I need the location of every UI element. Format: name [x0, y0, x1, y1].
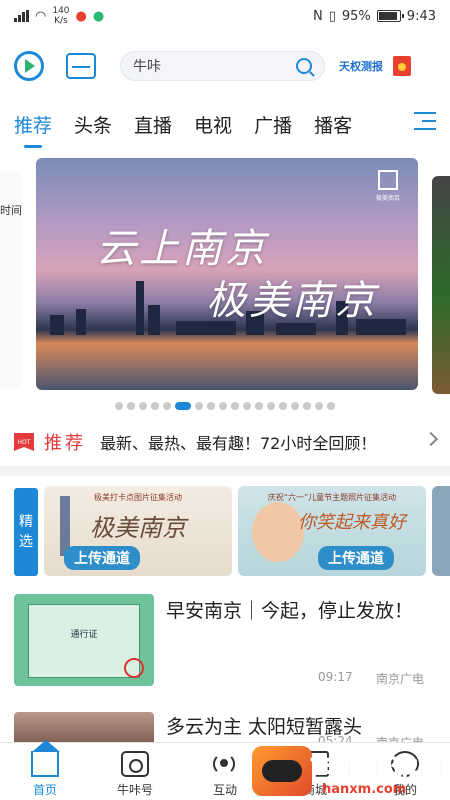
- watermark: 西美手游网 hanxm.com: [252, 746, 450, 800]
- chevron-right-icon[interactable]: [423, 431, 439, 447]
- app-notification-icon: ●: [75, 8, 87, 24]
- tab-headlines[interactable]: 头条: [74, 111, 112, 138]
- scan-icon[interactable]: [66, 53, 96, 79]
- network-speed: 140 K/s: [52, 6, 70, 26]
- hot-flag-icon: HOT: [14, 433, 34, 451]
- carousel-dot: [315, 402, 323, 410]
- carousel-dot: [243, 402, 251, 410]
- pick-card-peek[interactable]: [432, 486, 450, 576]
- home-icon: [31, 740, 60, 777]
- channel-menu-icon[interactable]: [414, 112, 436, 130]
- seal-icon: [124, 658, 144, 678]
- banner-next-peek[interactable]: [432, 176, 450, 394]
- picks-section: 精选 极美打卡点图片征集活动 极美南京 上传通道 庆祝“六一”儿童节主题照片征集…: [0, 486, 450, 578]
- carousel-dot: [207, 402, 215, 410]
- pick-card[interactable]: 庆祝“六一”儿童节主题照片征集活动 你笑起来真好 上传通道: [238, 486, 426, 576]
- search-placeholder: 牛咔: [133, 59, 161, 75]
- carousel-dot: [267, 402, 275, 410]
- carousel-dot: [303, 402, 311, 410]
- emblem-icon: [377, 170, 398, 190]
- carousel-dot: [151, 402, 159, 410]
- app-notification-icon-2: ●: [92, 8, 105, 24]
- carousel-dot: [127, 402, 135, 410]
- banner-title-line2: 极美南京: [206, 278, 378, 324]
- news-title: 早安南京｜今起，停止发放！: [166, 600, 414, 622]
- red-packet-icon[interactable]: [393, 56, 411, 76]
- nfc-icon: N: [313, 8, 323, 24]
- tab-live[interactable]: 直播: [134, 111, 172, 138]
- carousel-dot: [115, 402, 123, 410]
- app-header: 牛咔 天权测报: [0, 44, 450, 88]
- live-icon: [211, 751, 239, 777]
- recommend-label: 推荐: [44, 433, 86, 454]
- search-icon[interactable]: [296, 58, 312, 74]
- carousel-dot: [279, 402, 287, 410]
- carousel-dot: [255, 402, 263, 410]
- banner-prev-peek[interactable]: 时间: [0, 172, 22, 388]
- niuka-icon: [121, 751, 149, 777]
- carousel-dot-active: [175, 402, 191, 410]
- picks-tag: 精选: [14, 488, 38, 576]
- app-logo-icon[interactable]: [14, 51, 44, 81]
- search-input[interactable]: 牛咔: [120, 51, 325, 81]
- tab-podcast[interactable]: 播客: [314, 111, 352, 138]
- vibrate-icon: ▯: [328, 8, 336, 24]
- status-bar: ◠ 140 K/s ● ● N ▯ 95% 9:43: [0, 0, 450, 32]
- nav-niuka[interactable]: 牛咔号: [90, 743, 180, 800]
- upload-button[interactable]: 上传通道: [318, 546, 394, 570]
- pick-card[interactable]: 极美打卡点图片征集活动 极美南京 上传通道: [44, 486, 232, 576]
- channel-tabs: 推荐 头条 直播 电视 广播 播客: [0, 104, 450, 144]
- carousel-indicator: [0, 402, 450, 410]
- news-thumbnail: 通行证: [14, 594, 154, 686]
- weather-link[interactable]: 天权测报: [339, 58, 383, 74]
- carousel-dot: [195, 402, 203, 410]
- signal-icon: [14, 10, 29, 22]
- tab-tv[interactable]: 电视: [194, 111, 232, 138]
- banner-slide[interactable]: 云上南京 极美南京 极美南京: [36, 158, 418, 390]
- carousel-dot: [163, 402, 171, 410]
- news-item[interactable]: 通行证 早安南京｜今起，停止发放！ 09:17 南京广电: [0, 594, 450, 694]
- tab-recommend[interactable]: 推荐: [14, 111, 52, 138]
- news-source: 南京广电: [376, 672, 425, 686]
- nav-home[interactable]: 首页: [0, 740, 90, 800]
- recommend-text: 最新、最热、最有趣！72小时全回顾！: [100, 434, 377, 453]
- spacer: [0, 582, 450, 588]
- wifi-icon: ◠: [35, 8, 47, 24]
- recommend-strip[interactable]: HOT 推荐 最新、最热、最有趣！72小时全回顾！: [0, 428, 450, 456]
- carousel-dot: [231, 402, 239, 410]
- tab-radio[interactable]: 广播: [254, 111, 292, 138]
- carousel-dot: [219, 402, 227, 410]
- carousel-dot: [139, 402, 147, 410]
- banner-title-line1: 云上南京: [96, 226, 268, 272]
- battery-fill: [378, 12, 397, 20]
- carousel-dot: [327, 402, 335, 410]
- gamepad-logo-icon: [252, 746, 312, 796]
- banner-emblem: 极美南京: [376, 170, 400, 202]
- banner-carousel[interactable]: 时间 云上南京 极美南京 极美南京: [0, 150, 450, 410]
- news-time: 09:17: [318, 670, 353, 684]
- carousel-dot: [291, 402, 299, 410]
- child-photo: [252, 502, 304, 562]
- upload-button[interactable]: 上传通道: [64, 546, 140, 570]
- divider: [0, 466, 450, 476]
- battery-icon: [376, 10, 404, 22]
- clock: 9:43: [406, 8, 436, 24]
- battery-percent: 95%: [341, 8, 371, 24]
